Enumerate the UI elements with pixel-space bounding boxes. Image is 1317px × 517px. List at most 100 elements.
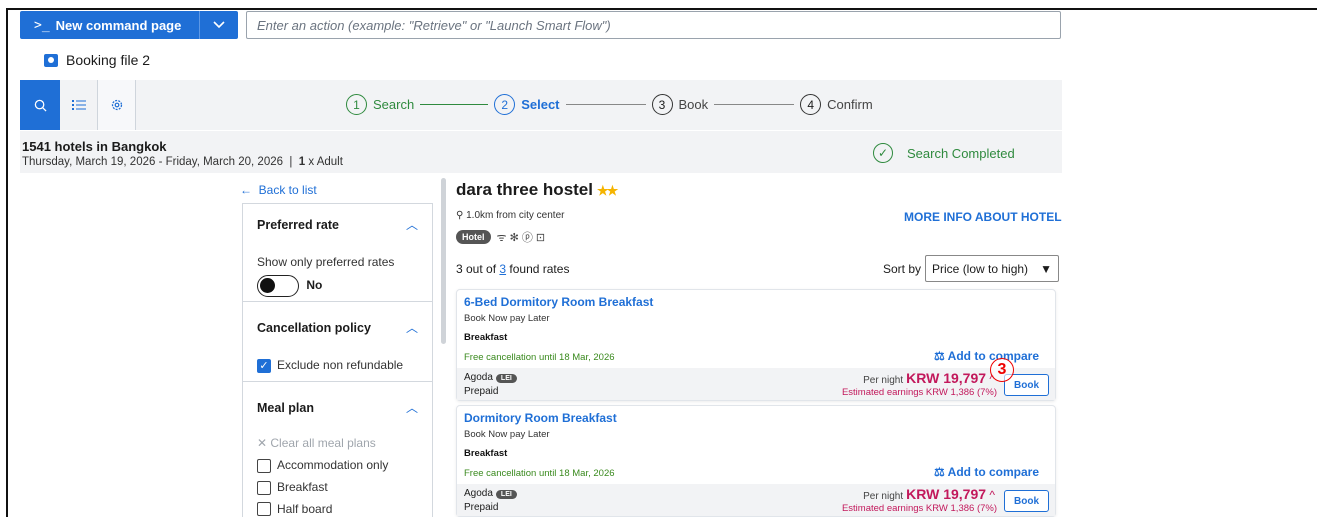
cancellation-section: Cancellation policy ︿ ✓ Exclude non refun… xyxy=(243,302,432,382)
more-info-link[interactable]: MORE INFO ABOUT HOTEL xyxy=(904,210,1062,224)
meal-option[interactable]: Half board xyxy=(257,502,418,517)
arrow-left-icon: ← xyxy=(240,183,259,197)
terminal-icon: >_ xyxy=(34,17,50,33)
room-title-link[interactable]: Dormitory Room Breakfast xyxy=(464,411,617,425)
booking-file-label: Booking file 2 xyxy=(66,52,151,68)
checkbox-icon xyxy=(257,502,271,517)
provider-name: Agoda xyxy=(464,372,493,383)
check-circle-icon: ✓ xyxy=(873,143,893,163)
search-tool-button[interactable] xyxy=(20,80,60,130)
hotel-distance: ⚲ 1.0km from city center xyxy=(456,210,564,221)
chevron-up-icon: ^ xyxy=(986,488,995,502)
step-search[interactable]: 1 Search xyxy=(346,94,414,115)
step-select[interactable]: 2 Select xyxy=(494,94,560,115)
chevron-up-icon: ︿ xyxy=(405,218,418,232)
meal-plan-header[interactable]: Meal plan ︿ xyxy=(257,382,418,416)
chevron-up-icon: ︿ xyxy=(405,401,418,415)
location-pin-icon: ⚲ xyxy=(456,210,467,221)
add-to-compare-button[interactable]: ⚖ Add to compare xyxy=(934,465,1039,479)
room-rate-card: 6-Bed Dormitory Room Breakfast Book Now … xyxy=(456,289,1056,401)
caret-down-icon: ▼ xyxy=(1040,261,1053,276)
step-number: 2 xyxy=(494,94,516,115)
preferred-rate-toggle-row: No xyxy=(257,275,418,297)
price: Per night KRW 19,797 ^ xyxy=(863,486,995,502)
back-to-list-link[interactable]: ← Back to list xyxy=(240,183,317,197)
rate-footer: Agoda LEI Prepaid Per night KRW 19,797 ^ E… xyxy=(457,368,1055,400)
rate-footer: Agoda LEI Prepaid Per night KRW 19,797 ^ E… xyxy=(457,484,1055,516)
command-dropdown-button[interactable] xyxy=(199,11,238,39)
back-to-list-label: Back to list xyxy=(258,183,317,197)
step-connector xyxy=(420,104,489,105)
checkbox-icon xyxy=(257,458,271,473)
list-tool-button[interactable] xyxy=(60,80,98,130)
sort-control: Sort by Price (low to high) ▼ xyxy=(883,255,1060,282)
command-input[interactable]: Enter an action (example: "Retrieve" or … xyxy=(246,11,1061,39)
step-connector xyxy=(714,104,795,105)
provider: Agoda LEI xyxy=(464,488,517,499)
sort-select[interactable]: Price (low to high) ▼ xyxy=(925,255,1060,282)
meal-plan-section: Meal plan ︿ ✕ Clear all meal plans Accom… xyxy=(243,382,432,517)
settings-tool-button[interactable] xyxy=(98,80,136,130)
list-icon xyxy=(71,100,86,110)
command-bar: >_ New command page xyxy=(20,11,238,39)
provider-badge: LEI xyxy=(495,374,517,383)
booking-file-tab[interactable]: Booking file 2 xyxy=(44,52,150,68)
pay-terms: Book Now pay Later xyxy=(464,429,550,440)
search-status: ✓ Search Completed xyxy=(873,143,1015,163)
meal-option[interactable]: Accommodation only xyxy=(257,458,418,473)
preferred-rate-text: Show only preferred rates xyxy=(257,255,395,269)
step-connector xyxy=(565,104,646,105)
star-rating: ★★ xyxy=(597,183,618,198)
step-label: Book xyxy=(678,97,709,112)
separator: | xyxy=(286,156,299,168)
filters-scrollbar[interactable] xyxy=(441,178,446,344)
estimated-earnings: Estimated earnings KRW 1,386 (7%) xyxy=(841,387,997,398)
scale-icon: ⚖ xyxy=(934,465,948,479)
preferred-rate-header[interactable]: Preferred rate ︿ xyxy=(257,204,418,233)
pay-terms: Book Now pay Later xyxy=(464,313,550,324)
booking-file-icon xyxy=(44,53,58,67)
meal-plan: Breakfast xyxy=(464,332,508,343)
hotel-name-text: dara three hostel xyxy=(456,180,593,199)
search-icon xyxy=(34,99,47,112)
step-annotation-marker: 3 xyxy=(990,358,1014,382)
meal-plan: Breakfast xyxy=(464,448,508,459)
checkbox-icon xyxy=(257,480,271,495)
step-confirm: 4 Confirm xyxy=(800,94,873,115)
new-command-page-label: New command page xyxy=(55,17,182,33)
book-button[interactable]: Book xyxy=(1004,490,1049,512)
cancellation-title: Cancellation policy xyxy=(257,320,371,335)
booking-stepper: 1 Search 2 Select 3 Book 4 Confirm xyxy=(346,94,873,115)
new-command-page-button[interactable]: >_ New command page xyxy=(20,11,199,39)
step-number: 1 xyxy=(346,94,367,115)
search-status-text: Search Completed xyxy=(907,145,1015,161)
chevron-down-icon xyxy=(213,21,225,29)
option-label: Accommodation only xyxy=(277,458,389,472)
payment-type: Prepaid xyxy=(464,502,499,513)
per-night-label: Per night xyxy=(863,491,904,502)
step-label: Confirm xyxy=(827,97,873,112)
hotel-name: dara three hostel ★★ xyxy=(456,180,618,200)
exclude-nonrefundable-option[interactable]: ✓ Exclude non refundable xyxy=(257,358,418,373)
scale-icon: ⚖ xyxy=(934,349,948,363)
sort-label: Sort by xyxy=(883,261,922,276)
cancellation-header[interactable]: Cancellation policy ︿ xyxy=(257,302,418,336)
found-suffix: found rates xyxy=(506,262,570,276)
clear-label: Clear all meal plans xyxy=(270,436,376,450)
add-to-compare-button[interactable]: ⚖ Add to compare xyxy=(934,349,1039,363)
preferred-rate-toggle[interactable] xyxy=(257,275,299,297)
sort-value: Price (low to high) xyxy=(932,261,1029,276)
frame-border-top xyxy=(6,8,1317,10)
results-title: 1541 hotels in Bangkok xyxy=(22,139,167,154)
clear-meal-plans-link[interactable]: ✕ Clear all meal plans xyxy=(257,436,418,450)
room-title-link[interactable]: 6-Bed Dormitory Room Breakfast xyxy=(464,295,653,309)
guest-label: x Adult xyxy=(305,156,343,168)
step-number: 4 xyxy=(800,94,822,115)
meal-option[interactable]: Breakfast xyxy=(257,480,418,495)
search-summary: 1541 hotels in Bangkok Thursday, March 1… xyxy=(20,131,1062,173)
chevron-up-icon: ︿ xyxy=(405,321,418,335)
toggle-value: No xyxy=(306,278,323,293)
distance-text: 1.0km from city center xyxy=(466,210,565,221)
preferred-rate-section: Preferred rate ︿ Show only preferred rat… xyxy=(243,204,432,302)
search-dates: Thursday, March 19, 2026 - Friday, March… xyxy=(22,156,343,168)
